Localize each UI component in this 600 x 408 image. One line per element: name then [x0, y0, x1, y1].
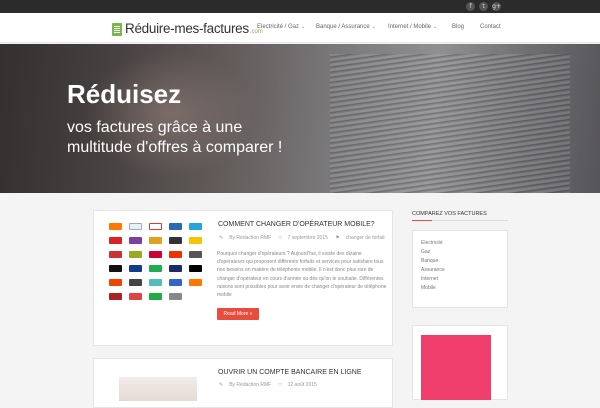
operator-logo	[109, 223, 122, 230]
read-more-button[interactable]: Read More »	[217, 308, 259, 320]
operator-logo	[129, 293, 142, 300]
site-header: Réduire-mes-factures .com Electricité / …	[0, 13, 600, 43]
post-excerpt: Pourquoi changer d'opérateurs ? Aujourd'…	[217, 251, 387, 299]
hero-subtitle-line2: multitude d'offres à comparer !	[67, 139, 283, 156]
chevron-down-icon: ⌄	[433, 24, 438, 30]
advertisement-banner[interactable]	[421, 335, 491, 400]
operator-logo	[109, 237, 122, 244]
tag-icon: ⚑	[335, 235, 340, 241]
nav-label: Electricité / Gaz	[257, 24, 300, 30]
nav-internet-mobile[interactable]: Internet / Mobile ⌄	[388, 24, 437, 30]
nav-label: Internet / Mobile	[388, 24, 432, 30]
operator-logo	[129, 265, 142, 272]
post-date: 12 août 2015	[287, 382, 317, 388]
post-date: 7 septembre 2015	[287, 235, 328, 241]
post-thumbnail-operators[interactable]	[103, 219, 205, 301]
hero-title: Réduisez	[67, 79, 182, 109]
sidebar-item-banque[interactable]: Banque	[421, 258, 438, 264]
sidebar-item-internet[interactable]: Internet	[421, 276, 438, 282]
operator-logo	[189, 223, 202, 230]
invoice-icon	[112, 23, 122, 36]
chevron-down-icon: ⌄	[371, 24, 376, 30]
nav-banque-assurance[interactable]: Banque / Assurance ⌄	[316, 24, 376, 30]
operator-logo	[189, 251, 202, 258]
twitter-icon[interactable]: t	[479, 2, 488, 11]
post-title[interactable]: COMMENT CHANGER D'OPÉRATEUR MOBILE?	[218, 221, 375, 228]
facebook-icon[interactable]: f	[466, 2, 475, 11]
operator-logo	[149, 265, 162, 272]
hero-banner: Réduisez vos factures grâce à une multit…	[0, 44, 600, 193]
operator-logo	[109, 293, 122, 300]
nav-label: Blog	[452, 24, 465, 30]
operator-logo	[149, 223, 162, 230]
operator-logo	[169, 293, 182, 300]
sidebar-item-mobile[interactable]: Mobile	[421, 285, 436, 291]
operator-logo	[169, 237, 182, 244]
operator-logo	[189, 237, 202, 244]
sidebar-item-assurance[interactable]: Assurance	[421, 267, 445, 273]
operator-logo	[129, 251, 142, 258]
top-bar: f t g+	[0, 0, 600, 13]
operator-logo	[169, 265, 182, 272]
post-tag[interactable]: changer de forfait	[346, 235, 385, 241]
nav-contact[interactable]: Contact	[480, 24, 501, 30]
sidebar-item-gaz[interactable]: Gaz	[421, 249, 430, 255]
operator-logo	[189, 279, 202, 286]
operator-logo	[169, 279, 182, 286]
post-meta: ✎ By Rédaction RMF □ 7 septembre 2015 ⚑ cha…	[219, 235, 391, 241]
nav-label: Banque / Assurance	[316, 24, 370, 30]
user-icon: ✎	[219, 382, 224, 388]
operator-logo	[169, 223, 182, 230]
operator-logo	[129, 223, 142, 230]
operator-logo	[129, 279, 142, 286]
sidebar-item-electricite[interactable]: Electricité	[421, 240, 443, 246]
operator-logo	[109, 265, 122, 272]
sidebar-title: COMPAREZ VOS FACTURES	[412, 211, 487, 217]
post-meta: ✎ By Rédaction RMF □ 12 août 2015	[219, 382, 323, 388]
nav-electricite-gaz[interactable]: Electricité / Gaz ⌄	[257, 24, 305, 30]
post-thumbnail-bank[interactable]	[119, 377, 197, 401]
google-plus-icon[interactable]: g+	[492, 2, 501, 11]
operator-logo	[189, 265, 202, 272]
operator-logo	[149, 237, 162, 244]
nav-label: Contact	[480, 24, 501, 30]
calendar-icon: □	[278, 235, 282, 241]
operator-logo	[149, 293, 162, 300]
hero-subtitle-line1: vos factures grâce à une	[67, 119, 243, 136]
post-author[interactable]: By Rédaction RMF	[229, 382, 271, 388]
site-logo[interactable]: Réduire-mes-factures .com	[112, 20, 263, 36]
logo-text: Réduire-mes-factures	[125, 21, 249, 36]
operator-logo	[149, 251, 162, 258]
chevron-down-icon: ⌄	[301, 24, 306, 30]
sidebar-divider-accent	[412, 220, 432, 221]
operator-logo	[149, 279, 162, 286]
operator-logo	[129, 237, 142, 244]
user-icon: ✎	[219, 235, 224, 241]
post-title[interactable]: OUVRIR UN COMPTE BANCAIRE EN LIGNE	[218, 369, 362, 376]
calendar-icon: □	[278, 382, 282, 388]
operator-logo	[109, 251, 122, 258]
operator-logo	[109, 279, 122, 286]
post-author[interactable]: By Rédaction RMF	[229, 235, 271, 241]
operator-logo	[169, 251, 182, 258]
nav-blog[interactable]: Blog	[452, 24, 464, 30]
